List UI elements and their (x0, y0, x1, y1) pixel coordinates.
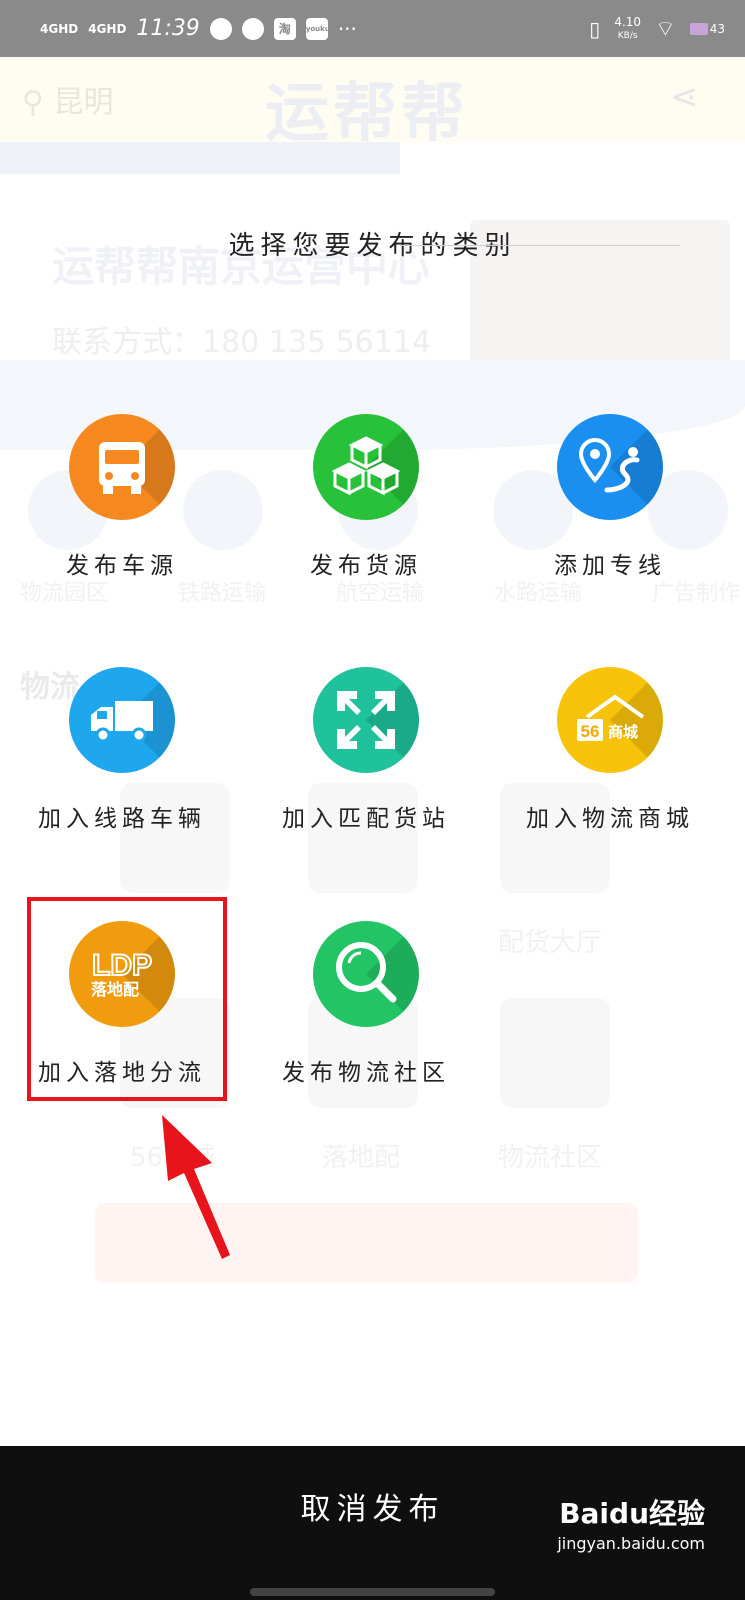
item-label: 发布车源 (66, 553, 178, 579)
shop-56-icon: 56 商城 (557, 667, 663, 773)
annotation-arrow (162, 1115, 230, 1259)
ldp-logo-icon: LDP 落地配 (69, 921, 175, 1027)
cancel-label: 取消发布 (300, 1492, 445, 1527)
svg-text:商城: 商城 (608, 723, 638, 741)
background-tile-label: 配货大厅 (498, 928, 603, 958)
network-indicator-2: 4GHD (88, 21, 127, 36)
app-logo: 运帮帮 (265, 77, 469, 151)
network-speed: 4.10 KB/s (614, 14, 642, 41)
item-label: 加入匹配货站 (282, 806, 450, 832)
publish-cargo-button[interactable]: 发布货源 (256, 414, 476, 580)
item-label: 加入线路车辆 (38, 806, 206, 832)
background-band (0, 142, 400, 174)
item-label: 添加专线 (554, 553, 666, 579)
magnifier-icon (313, 921, 419, 1027)
title-divider (400, 245, 680, 246)
wifi-icon: ⌔ (655, 16, 676, 42)
gesture-bar[interactable] (250, 1588, 495, 1596)
publish-vehicle-button[interactable]: 发布车源 (12, 414, 232, 580)
route-pin-icon (557, 414, 663, 520)
location-label: ⚲ 昆明 (22, 85, 114, 120)
app-icon (241, 17, 264, 40)
publish-community-button[interactable]: 发布物流社区 (256, 921, 476, 1087)
item-label: 发布货源 (310, 553, 422, 579)
compass-icon (209, 17, 232, 40)
item-label: 发布物流社区 (282, 1060, 450, 1086)
svg-text:落地配: 落地配 (91, 980, 139, 999)
baidu-watermark: Baidu经验 jingyan.baidu.com (557, 1497, 705, 1553)
svg-text:56: 56 (581, 722, 600, 741)
background-header: ⚲ 昆明 运帮帮 ⋖ (0, 57, 745, 151)
youku-icon: youku (305, 17, 330, 40)
boxes-icon (313, 414, 419, 520)
join-logistics-mall-button[interactable]: 56 商城 加入物流商城 (500, 667, 720, 833)
join-route-vehicle-button[interactable]: 加入线路车辆 (12, 667, 232, 833)
modal-title: 选择您要发布的类别 (228, 231, 517, 261)
vibrate-icon: ▯ (589, 16, 601, 41)
share-icon: ⋖ (670, 77, 699, 117)
svg-text:LDP: LDP (92, 949, 152, 982)
truck-side-icon (69, 667, 175, 773)
battery-icon (689, 22, 708, 35)
join-matching-station-button[interactable]: 加入匹配货站 (256, 667, 476, 833)
background-tile-label: 物流社区 (498, 1143, 603, 1173)
add-route-button[interactable]: 添加专线 (500, 414, 720, 580)
status-bar: 4GHD 4GHD 11:39 淘 youku ··· ▯ 4.10 KB/s … (0, 0, 745, 57)
truck-front-icon (69, 414, 175, 520)
network-indicator-1: 4GHD (40, 21, 79, 36)
cross-arrows-icon (313, 667, 419, 773)
banner-contact: 联系方式：180 135 56114 (52, 325, 432, 360)
background-tile (500, 998, 610, 1108)
taobao-icon: 淘 (273, 17, 296, 40)
more-notifications-icon: ··· (337, 16, 357, 41)
clock: 11:39 (136, 16, 200, 41)
item-label: 加入物流商城 (526, 806, 694, 832)
battery-indicator: 43 (689, 22, 725, 36)
background-tile-label: 落地配 (322, 1143, 401, 1173)
